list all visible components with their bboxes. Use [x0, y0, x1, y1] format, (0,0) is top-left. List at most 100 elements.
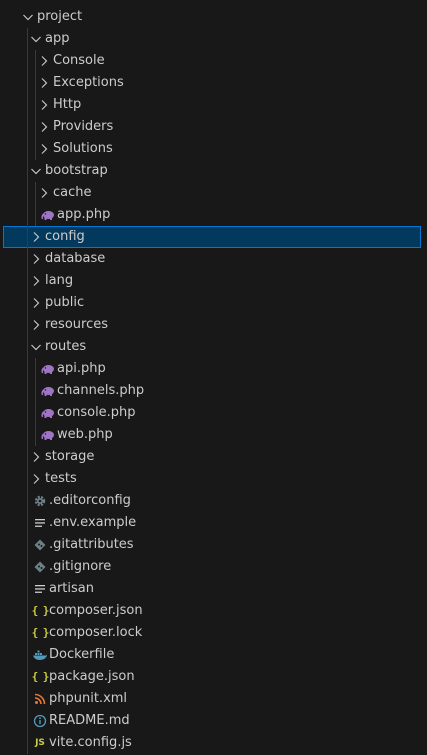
chevron-right-icon	[36, 141, 52, 157]
chevron-right-icon	[28, 317, 44, 333]
tree-file-dockerfile[interactable]: Dockerfile	[0, 644, 427, 666]
tree-file-editorconfig[interactable]: .editorconfig	[0, 490, 427, 512]
php-elephant-icon	[40, 361, 56, 377]
tree-file-readme-md[interactable]: README.md	[0, 710, 427, 732]
tree-item-label: tests	[45, 471, 77, 486]
tree-item-label: channels.php	[57, 383, 145, 398]
php-elephant-icon	[40, 207, 56, 223]
tree-file-channels-php[interactable]: channels.php	[0, 380, 427, 402]
tree-item-label: .gitignore	[49, 559, 112, 574]
tree-item-label: Http	[53, 97, 82, 112]
tree-item-label: composer.json	[49, 603, 143, 618]
tree-item-label: cache	[53, 185, 92, 200]
tree-folder-providers[interactable]: Providers	[0, 116, 427, 138]
tree-item-label: vite.config.js	[49, 735, 132, 750]
tree-item-label: Solutions	[53, 141, 113, 156]
json-braces-icon: { }	[31, 670, 50, 683]
tree-item-label: composer.lock	[49, 625, 143, 640]
tree-file-artisan[interactable]: artisan	[0, 578, 427, 600]
tree-folder-public[interactable]: public	[0, 292, 427, 314]
tree-item-label: console.php	[57, 405, 136, 420]
php-elephant-icon	[40, 405, 56, 421]
tree-item-label: Exceptions	[53, 75, 124, 90]
tree-file-console-php[interactable]: console.php	[0, 402, 427, 424]
tree-folder-cache[interactable]: cache	[0, 182, 427, 204]
tree-item-label: app.php	[57, 207, 111, 222]
tree-item-label: README.md	[49, 713, 130, 728]
tree-folder-tests[interactable]: tests	[0, 468, 427, 490]
tree-item-label: routes	[45, 339, 87, 354]
git-diamond-icon	[32, 559, 48, 575]
php-elephant-icon	[40, 427, 56, 443]
rss-icon	[32, 691, 48, 707]
file-explorer: project app Console Exceptions Http Providers…	[0, 0, 427, 755]
tree-folder-storage[interactable]: storage	[0, 446, 427, 468]
chevron-down-icon	[20, 9, 36, 25]
tree-file-api-php[interactable]: api.php	[0, 358, 427, 380]
chevron-right-icon	[36, 75, 52, 91]
chevron-right-icon	[28, 273, 44, 289]
tree-folder-lang[interactable]: lang	[0, 270, 427, 292]
js-icon: JS	[35, 738, 45, 748]
chevron-right-icon	[28, 251, 44, 267]
tree-folder-config[interactable]: config	[3, 226, 421, 248]
json-braces-icon: { }	[31, 626, 50, 639]
indent-guide	[35, 358, 36, 446]
tree-folder-bootstrap[interactable]: bootstrap	[0, 160, 427, 182]
chevron-right-icon	[36, 185, 52, 201]
tree-file-gitignore[interactable]: .gitignore	[0, 556, 427, 578]
lines-icon	[32, 581, 48, 597]
gear-icon	[32, 493, 48, 509]
tree-item-label: Providers	[53, 119, 114, 134]
chevron-down-icon	[28, 31, 44, 47]
tree-item-label: config	[45, 229, 85, 244]
indent-guide	[35, 50, 36, 160]
tree-file-app-php[interactable]: app.php	[0, 204, 427, 226]
tree-folder-exceptions[interactable]: Exceptions	[0, 72, 427, 94]
tree-folder-project[interactable]: project	[0, 6, 427, 28]
tree-file-composer-lock[interactable]: { } composer.lock	[0, 622, 427, 644]
tree-folder-console[interactable]: Console	[0, 50, 427, 72]
chevron-right-icon	[36, 97, 52, 113]
tree-item-label: bootstrap	[45, 163, 108, 178]
indent-guide	[27, 28, 28, 754]
tree-item-label: resources	[45, 317, 109, 332]
tree-item-label: lang	[45, 273, 74, 288]
docker-whale-icon	[32, 647, 48, 663]
chevron-down-icon	[28, 163, 44, 179]
tree-item-label: .editorconfig	[49, 493, 131, 508]
tree-file-web-php[interactable]: web.php	[0, 424, 427, 446]
tree-item-label: phpunit.xml	[49, 691, 128, 706]
chevron-right-icon	[28, 449, 44, 465]
tree-item-label: project	[37, 9, 83, 24]
tree-item-label: Dockerfile	[49, 647, 115, 662]
tree-item-label: app	[45, 31, 70, 46]
tree-item-label: public	[45, 295, 85, 310]
tree-folder-solutions[interactable]: Solutions	[0, 138, 427, 160]
chevron-right-icon	[28, 471, 44, 487]
php-elephant-icon	[40, 383, 56, 399]
tree-folder-http[interactable]: Http	[0, 94, 427, 116]
chevron-down-icon	[28, 339, 44, 355]
tree-file-phpunit-xml[interactable]: phpunit.xml	[0, 688, 427, 710]
tree-folder-routes[interactable]: routes	[0, 336, 427, 358]
tree-file-package-json[interactable]: { } package.json	[0, 666, 427, 688]
tree-folder-app[interactable]: app	[0, 28, 427, 50]
tree-item-label: package.json	[49, 669, 135, 684]
chevron-right-icon	[36, 53, 52, 69]
indent-guide	[35, 182, 36, 226]
info-icon	[32, 713, 48, 729]
chevron-right-icon	[28, 295, 44, 311]
tree-item-label: artisan	[49, 581, 94, 596]
tree-file-vite-config-js[interactable]: JS vite.config.js	[0, 732, 427, 754]
tree-folder-resources[interactable]: resources	[0, 314, 427, 336]
tree-file-composer-json[interactable]: { } composer.json	[0, 600, 427, 622]
tree-item-label: api.php	[57, 361, 106, 376]
tree-folder-database[interactable]: database	[0, 248, 427, 270]
tree-file-env-example[interactable]: .env.example	[0, 512, 427, 534]
tree-item-label: web.php	[57, 427, 113, 442]
tree-file-gitattributes[interactable]: .gitattributes	[0, 534, 427, 556]
tree-item-label: database	[45, 251, 106, 266]
tree-item-label: .env.example	[49, 515, 137, 530]
json-braces-icon: { }	[31, 604, 50, 617]
